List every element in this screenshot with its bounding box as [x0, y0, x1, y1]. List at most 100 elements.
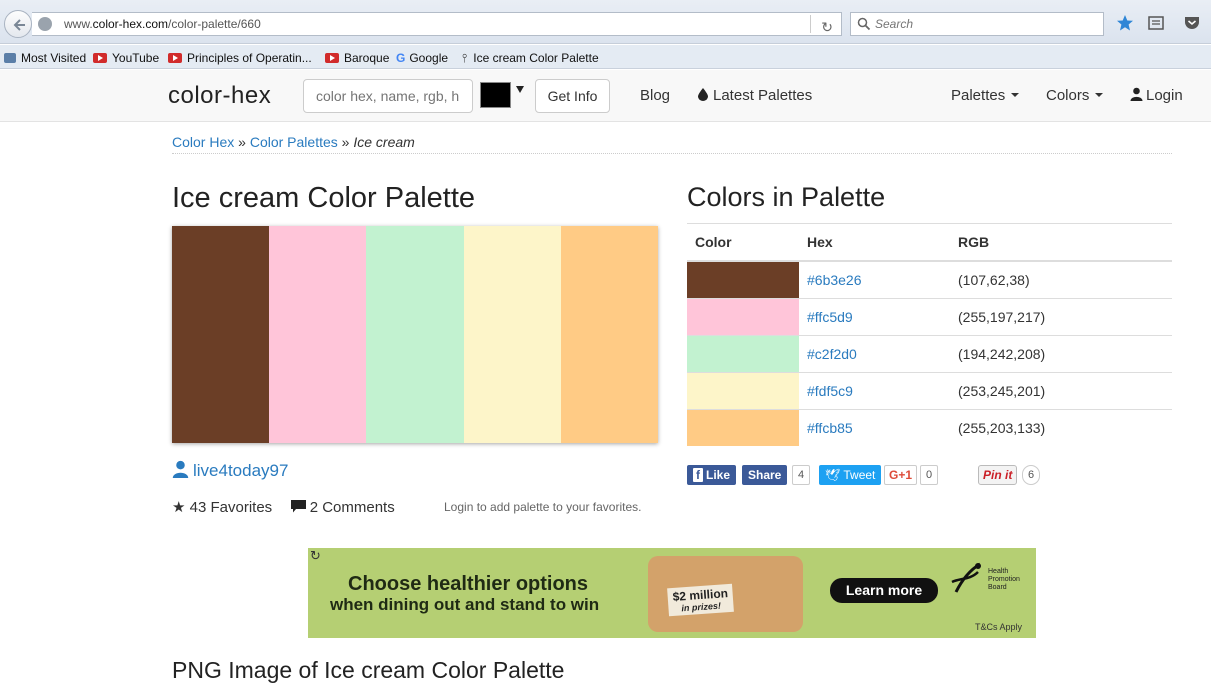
tweet-button[interactable]: 🕊 Tweet	[819, 465, 882, 485]
pocket-icon[interactable]	[1183, 14, 1201, 32]
back-button[interactable]	[4, 10, 32, 38]
hex-link[interactable]: #6b3e26	[799, 260, 950, 298]
user-icon	[172, 460, 189, 478]
color-swatch-cell	[687, 408, 799, 446]
palette-author[interactable]: live4today97	[172, 460, 288, 481]
user-icon	[1130, 87, 1143, 101]
color-swatch[interactable]	[687, 298, 799, 335]
palette-swatch[interactable]	[463, 226, 561, 443]
bookmark-icon	[4, 53, 16, 63]
globe-icon	[38, 17, 52, 31]
hex-link[interactable]: #ffc5d9	[799, 297, 950, 335]
bookmark-principles[interactable]: Principles of Operatin...	[168, 50, 312, 66]
table-row: #c2f2d0 (194,242,208)	[687, 334, 1172, 372]
rgb-value: (255,203,133)	[950, 408, 1172, 446]
get-info-button[interactable]: Get Info	[535, 79, 610, 113]
nav-palettes-dropdown[interactable]: Palettes	[951, 87, 1020, 104]
breadcrumb-palettes[interactable]: Color Palettes	[250, 134, 338, 150]
droplet-icon	[698, 88, 708, 101]
author-name[interactable]: live4today97	[193, 461, 288, 480]
rgb-value: (107,62,38)	[950, 260, 1172, 298]
bookmark-google[interactable]: G Google	[396, 50, 448, 66]
site-logo[interactable]: color-hex	[168, 82, 271, 110]
bookmark-baroque[interactable]: Baroque	[325, 50, 389, 66]
bookmarks-bar: Most Visited YouTube Principles of Opera…	[0, 45, 1211, 69]
color-swatch[interactable]	[687, 409, 799, 446]
table-row: #ffcb85 (255,203,133)	[687, 408, 1172, 446]
breadcrumb-home[interactable]: Color Hex	[172, 134, 234, 150]
color-swatch-cell	[687, 297, 799, 335]
palette-swatch[interactable]	[269, 226, 367, 443]
color-picker-dropdown-icon[interactable]	[516, 86, 524, 93]
bookmark-most-visited[interactable]: Most Visited	[4, 50, 86, 66]
google-plus-count: 0	[920, 465, 939, 485]
search-icon	[857, 17, 871, 31]
palette-swatch[interactable]	[560, 226, 659, 443]
palette-swatch[interactable]	[172, 226, 270, 443]
nav-colors-dropdown[interactable]: Colors	[1046, 87, 1104, 104]
ad-subline: when dining out and stand to win	[330, 595, 600, 614]
breadcrumb-separator: »	[238, 134, 246, 150]
url-divider	[810, 15, 811, 33]
favorites-login-note: Login to add palette to your favorites.	[444, 500, 642, 514]
site-navbar: color-hex Get Info Blog Latest Palettes …	[0, 70, 1211, 122]
pinterest-count: 6	[1022, 465, 1041, 485]
nav-latest-palettes[interactable]: Latest Palettes	[698, 87, 812, 104]
ad-refresh-icon[interactable]: ↻	[310, 548, 321, 564]
comment-icon	[290, 500, 306, 513]
browser-search-box[interactable]	[850, 12, 1104, 36]
address-bar[interactable]: www.color-hex.com/color-palette/660 ↻	[32, 12, 842, 36]
url-text: www.color-hex.com/color-palette/660	[64, 17, 261, 31]
share-count: 4	[792, 465, 811, 485]
color-swatch-cell	[687, 260, 799, 298]
rgb-value: (194,242,208)	[950, 334, 1172, 372]
bookmark-youtube[interactable]: YouTube	[93, 50, 159, 66]
nav-blog[interactable]: Blog	[640, 87, 670, 104]
breadcrumb-separator: »	[341, 134, 350, 150]
ad-sponsor-name: Health Promotion Board	[988, 568, 1020, 591]
bookmarks-menu-icon[interactable]	[1147, 14, 1165, 32]
facebook-icon: f	[693, 468, 703, 482]
pinterest-button[interactable]: Pin it	[978, 465, 1018, 485]
color-swatch[interactable]	[687, 335, 799, 372]
color-search-input[interactable]	[303, 79, 473, 113]
chevron-down-icon	[1095, 93, 1104, 97]
bookmark-ice-cream[interactable]: ⫯ Ice cream Color Palette	[462, 50, 599, 66]
youtube-icon	[325, 53, 339, 63]
hex-link[interactable]: #ffcb85	[799, 408, 950, 446]
ice-cream-icon: ⫯	[462, 51, 468, 65]
color-swatch[interactable]	[687, 261, 799, 298]
health-promotion-board-logo	[951, 562, 981, 593]
back-arrow-icon	[13, 19, 25, 31]
color-picker-swatch[interactable]	[480, 82, 511, 108]
column-header-rgb: RGB	[950, 223, 1172, 262]
bookmark-star-icon[interactable]	[1116, 14, 1134, 32]
comments-link[interactable]: 2 Comments	[310, 499, 395, 516]
palette-stats: ★ 43 Favorites 2 Comments	[172, 498, 395, 516]
table-header-row: Color Hex RGB	[687, 223, 1172, 262]
facebook-share-button[interactable]: Share	[742, 465, 788, 485]
hex-link[interactable]: #fdf5c9	[799, 371, 950, 409]
ad-terms: T&Cs Apply	[974, 622, 1022, 632]
breadcrumb-current: Ice cream	[353, 134, 415, 150]
palette-swatch[interactable]	[366, 226, 464, 443]
advertisement-banner[interactable]: ↻ Choose healthier options when dining o…	[308, 548, 1036, 638]
palette-preview	[172, 226, 659, 443]
breadcrumb: Color Hex » Color Palettes » Ice cream	[172, 134, 1172, 154]
nav-login[interactable]: Login	[1130, 87, 1183, 104]
reload-icon[interactable]: ↻	[821, 16, 833, 38]
column-header-hex: Hex	[799, 223, 950, 262]
star-icon: ★	[172, 499, 186, 516]
browser-search-input[interactable]	[875, 15, 1095, 33]
color-swatch[interactable]	[687, 372, 799, 409]
ad-prize-ticket: $2 million in prizes!	[667, 583, 735, 617]
facebook-like-button[interactable]: f Like	[687, 465, 737, 485]
ad-headline: Choose healthier options	[348, 573, 589, 595]
colors-section-title: Colors in Palette	[687, 182, 886, 212]
chevron-down-icon	[1011, 93, 1020, 97]
table-row: #6b3e26 (107,62,38)	[687, 260, 1172, 298]
youtube-icon	[168, 53, 182, 63]
google-plus-button[interactable]: G+1	[884, 465, 918, 485]
ad-learn-more-button[interactable]: Learn more	[830, 578, 938, 603]
hex-link[interactable]: #c2f2d0	[799, 334, 950, 372]
